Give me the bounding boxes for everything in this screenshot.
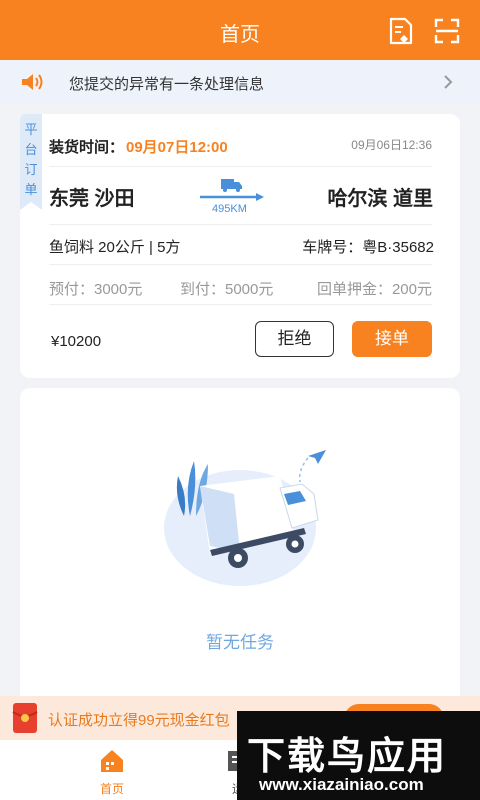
divider [49, 264, 432, 265]
chevron-right-icon [444, 75, 453, 89]
posted-time: 09月06日12:36 [351, 138, 432, 152]
watermark-logo: 下载鸟应用 [247, 736, 448, 778]
divider [49, 166, 432, 167]
red-envelope-icon [12, 703, 38, 733]
document-icon[interactable] [388, 17, 414, 45]
speaker-icon [22, 74, 43, 90]
cargo-info: 鱼饲料 20公斤 | 5方 [49, 239, 181, 256]
tab-home-label: 首页 [99, 782, 124, 796]
order-price: ¥10200 [51, 333, 102, 350]
receipt-deposit: 回单押金：200元 [316, 281, 432, 298]
top-header: 首页 [0, 0, 480, 60]
load-time-value: 09月07日12:00 [126, 139, 228, 156]
watermark-url: www.xiazainiao.com [259, 775, 424, 794]
reject-button[interactable]: 拒绝 [255, 321, 334, 357]
accept-button[interactable]: 接单 [352, 321, 432, 357]
platform-order-tag: 平 台 订 单 [20, 114, 42, 210]
scan-icon[interactable] [434, 18, 460, 44]
empty-truck-illustration [164, 450, 326, 586]
distance: 495KM [212, 203, 247, 215]
plate-number: 车牌号：粤B·35682 [302, 239, 434, 256]
prepay: 预付：3000元 [49, 281, 143, 298]
pay-on-arrival: 到付：5000元 [180, 281, 274, 298]
origin-city: 东莞 沙田 [49, 188, 135, 210]
empty-state-panel: 暂无任务 [20, 388, 460, 718]
order-card[interactable]: 平 台 订 单 装货时间： 09月07日12:00 09月06日12:36 东莞… [20, 114, 460, 378]
notice-text: 您提交的异常有一条处理信息 [69, 76, 265, 93]
destination-city: 哈尔滨 道里 [327, 188, 433, 210]
home-icon [101, 750, 123, 772]
empty-state-text: 暂无任务 [206, 633, 274, 652]
tab-home[interactable]: 首页 [52, 740, 172, 800]
load-time-label: 装货时间： [49, 139, 125, 156]
watermark: 下载鸟应用 www.xiazainiao.com [237, 711, 480, 800]
divider [49, 304, 432, 305]
promo-text: 认证成功立得99元现金红包 [48, 712, 230, 729]
divider [49, 224, 432, 225]
notice-bar[interactable]: 您提交的异常有一条处理信息 [0, 60, 480, 104]
